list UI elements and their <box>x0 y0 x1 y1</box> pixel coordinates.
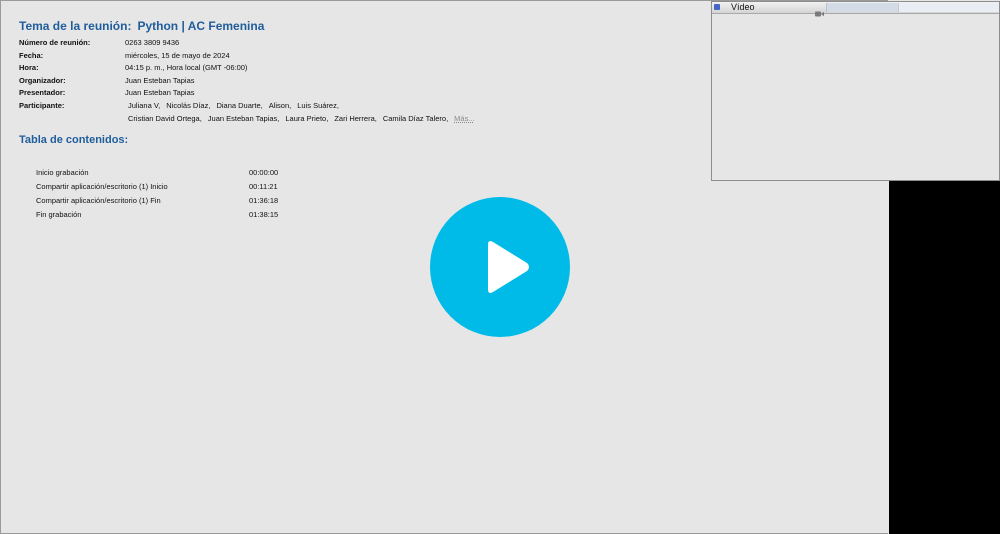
camera-icon[interactable] <box>815 4 824 22</box>
organizer-label: Organizador: <box>19 75 66 85</box>
date-label: Fecha: <box>19 50 44 60</box>
participant: Cristian David Ortega, <box>128 113 202 123</box>
presenter-label: Presentador: <box>19 88 66 97</box>
play-icon <box>488 241 529 293</box>
time-value: 04:15 p. m., Hora local (GMT -06:00) <box>125 63 248 72</box>
participant: Zari Herrera, <box>334 113 377 123</box>
toc-item-time: 00:00:00 <box>249 168 279 177</box>
video-panel-tab[interactable] <box>898 3 999 12</box>
meeting-title-label: Tema de la reunión: <box>19 19 132 33</box>
participants-line-1: Juliana V, Nicolás Díaz, Diana Duarte, Alis… <box>128 101 475 114</box>
participant: Diana Duarte, <box>216 100 263 110</box>
participant: Juan Esteban Tapias, <box>207 113 280 123</box>
participant: Luis Suárez, <box>297 100 339 110</box>
organizer-value: Juan Esteban Tapias <box>125 75 195 85</box>
more-participants-link[interactable]: Más... <box>454 114 474 123</box>
meeting-title: Tema de la reunión: Python | AC Femenina <box>19 19 264 33</box>
participant: Laura Prieto, <box>285 113 329 123</box>
toc-item-time: 00:11:21 <box>249 182 278 191</box>
participant: Camila Díaz Talero, <box>382 113 449 123</box>
presenter-value: Juan Esteban Tapias <box>125 88 195 97</box>
toc-item-label: Compartir aplicación/escritorio (1) Inic… <box>36 182 168 191</box>
participants-line-2: Cristian David Ortega, Juan Esteban Tapia… <box>128 114 475 127</box>
date-value: miércoles, 15 de mayo de 2024 <box>125 50 230 60</box>
play-button[interactable] <box>430 197 570 337</box>
toc-item-time: 01:38:15 <box>249 210 279 219</box>
participants-label: Participante: <box>19 100 65 110</box>
time-label: Hora: <box>19 63 39 72</box>
toc-item-time: 01:36:18 <box>249 196 279 205</box>
video-panel-title: Vídeo <box>731 2 755 12</box>
video-panel: Vídeo <box>711 1 1000 181</box>
toc-item-label: Compartir aplicación/escritorio (1) Fin <box>36 196 161 205</box>
participant: Juliana V, <box>128 100 161 110</box>
meeting-title-value: Python | AC Femenina <box>137 19 265 33</box>
video-panel-header: Vídeo <box>712 2 999 17</box>
participant: Nicolás Díaz, <box>166 100 211 110</box>
toc-title: Tabla de contenidos: <box>19 134 129 146</box>
meeting-number-value: 0263 3809 9436 <box>125 38 180 47</box>
participants-list: Juliana V, Nicolás Díaz, Diana Duarte, Alis… <box>128 101 475 127</box>
toc-item-label: Fin grabación <box>36 210 82 219</box>
video-panel-tab[interactable] <box>826 3 899 12</box>
video-area-black <box>889 181 1000 534</box>
participant: Alison, <box>268 100 292 110</box>
toc-item-label: Inicio grabación <box>36 168 89 177</box>
panel-indicator-icon <box>714 4 720 10</box>
meeting-number-label: Número de reunión: <box>19 38 91 47</box>
